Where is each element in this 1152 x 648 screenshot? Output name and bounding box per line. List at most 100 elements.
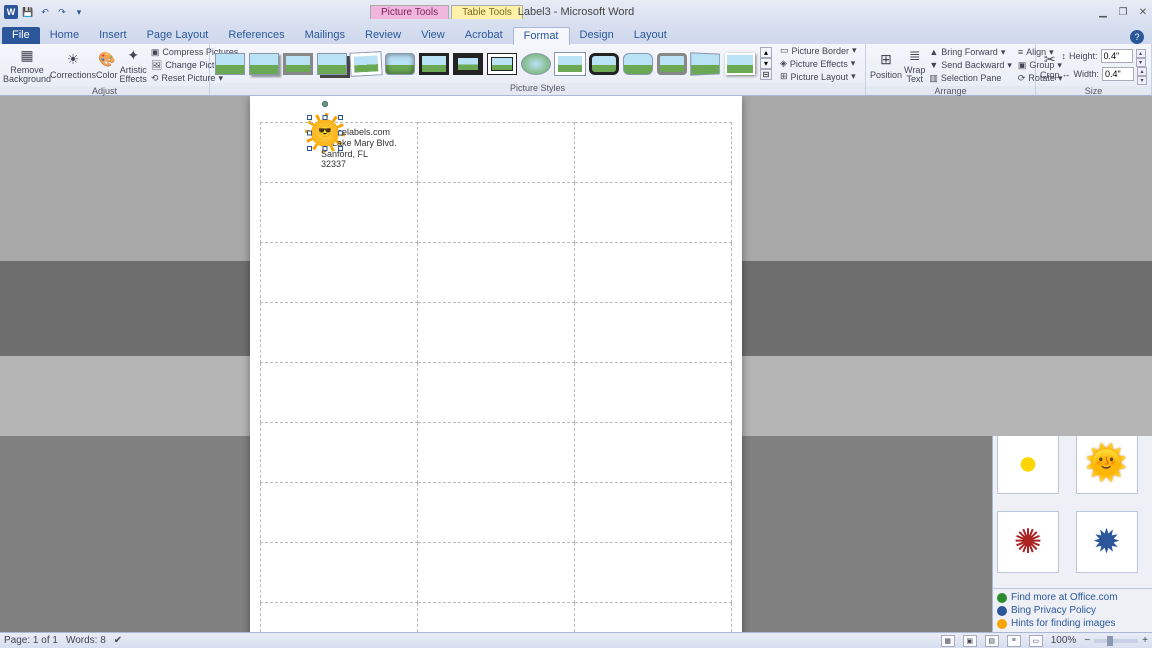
- send-backward-button[interactable]: ▼Send Backward ▾: [927, 59, 1014, 71]
- remove-background-button[interactable]: ▦ Remove Background: [4, 46, 50, 84]
- artistic-effects-button[interactable]: ✦ Artistic Effects: [120, 46, 147, 84]
- label-cell[interactable]: [575, 243, 732, 303]
- view-draft[interactable]: ▭: [1029, 635, 1043, 647]
- style-thumb[interactable]: [657, 53, 687, 75]
- tab-mailings[interactable]: Mailings: [295, 27, 355, 44]
- label-cell[interactable]: [575, 303, 732, 363]
- qat-dropdown-icon[interactable]: ▾: [72, 5, 86, 19]
- label-cell[interactable]: [575, 483, 732, 543]
- style-thumb[interactable]: [521, 53, 551, 75]
- label-cell[interactable]: [261, 183, 418, 243]
- style-thumb[interactable]: [215, 53, 245, 75]
- tab-page-layout[interactable]: Page Layout: [137, 27, 219, 44]
- label-cell[interactable]: [261, 543, 418, 603]
- label-cell[interactable]: [575, 363, 732, 423]
- color-button[interactable]: 🎨 Color: [96, 46, 118, 84]
- label-cell-1[interactable]: 😎: [261, 123, 418, 183]
- position-button[interactable]: ⊞Position: [870, 46, 902, 84]
- label-cell[interactable]: [261, 363, 418, 423]
- label-cell[interactable]: [418, 423, 575, 483]
- corrections-button[interactable]: ☀ Corrections: [52, 46, 94, 84]
- zoom-out-button[interactable]: −: [1084, 635, 1090, 646]
- label-cell[interactable]: [575, 183, 732, 243]
- save-icon[interactable]: 💾: [21, 5, 35, 19]
- tab-format[interactable]: Format: [513, 27, 570, 45]
- tab-layout[interactable]: Layout: [624, 27, 677, 44]
- width-spinner[interactable]: ▴▾: [1137, 67, 1147, 81]
- bring-forward-button[interactable]: ▲Bring Forward ▾: [927, 46, 1014, 58]
- picture-border-button[interactable]: ▭Picture Border ▾: [778, 45, 859, 57]
- word-app-icon[interactable]: W: [4, 5, 18, 19]
- style-thumb[interactable]: [589, 53, 619, 75]
- close-window-button[interactable]: ✕: [1136, 6, 1150, 18]
- style-thumb[interactable]: [283, 53, 313, 75]
- clipart-result[interactable]: ✺: [997, 511, 1059, 573]
- picture-effects-button[interactable]: ◈Picture Effects ▾: [778, 58, 859, 70]
- style-thumb[interactable]: [690, 52, 720, 76]
- redo-icon[interactable]: ↷: [55, 5, 69, 19]
- zoom-slider[interactable]: [1094, 639, 1138, 643]
- label-cell[interactable]: [261, 303, 418, 363]
- tab-references[interactable]: References: [218, 27, 294, 44]
- style-thumb[interactable]: [419, 53, 449, 75]
- zoom-level[interactable]: 100%: [1051, 635, 1077, 646]
- tab-home[interactable]: Home: [40, 27, 89, 44]
- label-cell[interactable]: [261, 423, 418, 483]
- hints-link[interactable]: Hints for finding images: [997, 617, 1148, 630]
- view-print-layout[interactable]: ▦: [941, 635, 955, 647]
- label-cell[interactable]: [261, 483, 418, 543]
- label-cell[interactable]: [418, 363, 575, 423]
- restore-button[interactable]: ❐: [1116, 6, 1130, 18]
- label-cell[interactable]: [418, 543, 575, 603]
- minimize-button[interactable]: ▁: [1096, 6, 1110, 18]
- zoom-in-button[interactable]: +: [1142, 635, 1148, 646]
- label-cell[interactable]: [418, 123, 575, 183]
- view-full-screen[interactable]: ▣: [963, 635, 977, 647]
- wrap-text-button[interactable]: ≣Wrap Text: [904, 46, 925, 84]
- undo-icon[interactable]: ↶: [38, 5, 52, 19]
- width-input[interactable]: [1102, 67, 1134, 81]
- styles-more[interactable]: ⊟: [760, 69, 772, 80]
- style-thumb[interactable]: [623, 53, 653, 75]
- tab-file[interactable]: File: [2, 27, 40, 44]
- view-outline[interactable]: ≡: [1007, 635, 1021, 647]
- style-thumb[interactable]: [350, 52, 381, 76]
- label-cell[interactable]: [261, 243, 418, 303]
- view-web-layout[interactable]: ▤: [985, 635, 999, 647]
- style-thumb[interactable]: [385, 53, 415, 75]
- help-icon[interactable]: ?: [1130, 30, 1144, 44]
- height-spinner[interactable]: ▴▾: [1136, 49, 1146, 63]
- tab-review[interactable]: Review: [355, 27, 411, 44]
- tab-acrobat[interactable]: Acrobat: [455, 27, 513, 44]
- style-thumb[interactable]: [555, 53, 585, 75]
- clipart-result[interactable]: ●: [997, 432, 1059, 494]
- label-cell[interactable]: [418, 603, 575, 633]
- height-input[interactable]: [1101, 49, 1133, 63]
- label-cell[interactable]: [418, 303, 575, 363]
- picture-layout-button[interactable]: ⊞Picture Layout ▾: [778, 71, 859, 83]
- label-cell[interactable]: [261, 603, 418, 633]
- styles-scroll-up[interactable]: ▴: [760, 47, 772, 58]
- clipart-result[interactable]: 🌞: [1076, 432, 1138, 494]
- label-cell[interactable]: [575, 123, 732, 183]
- style-thumb[interactable]: [317, 53, 347, 75]
- find-more-link[interactable]: Find more at Office.com: [997, 591, 1148, 604]
- label-cell[interactable]: [575, 543, 732, 603]
- label-cell[interactable]: [418, 183, 575, 243]
- tab-view[interactable]: View: [411, 27, 455, 44]
- crop-button[interactable]: ✂Crop: [1040, 46, 1060, 84]
- label-cell[interactable]: [418, 243, 575, 303]
- styles-scroll-down[interactable]: ▾: [760, 58, 772, 69]
- spellcheck-icon[interactable]: ✔: [114, 635, 122, 646]
- selection-pane-button[interactable]: ▥Selection Pane: [927, 72, 1014, 84]
- tab-design[interactable]: Design: [570, 27, 624, 44]
- tab-insert[interactable]: Insert: [89, 27, 137, 44]
- style-thumb[interactable]: [487, 53, 517, 75]
- document-area[interactable]: 😎: [0, 96, 992, 632]
- label-cell[interactable]: [575, 603, 732, 633]
- style-thumb[interactable]: [453, 53, 483, 75]
- bing-privacy-link[interactable]: Bing Privacy Policy: [997, 604, 1148, 617]
- status-words[interactable]: Words: 8: [66, 635, 106, 646]
- style-thumb[interactable]: [249, 53, 279, 75]
- label-cell[interactable]: [575, 423, 732, 483]
